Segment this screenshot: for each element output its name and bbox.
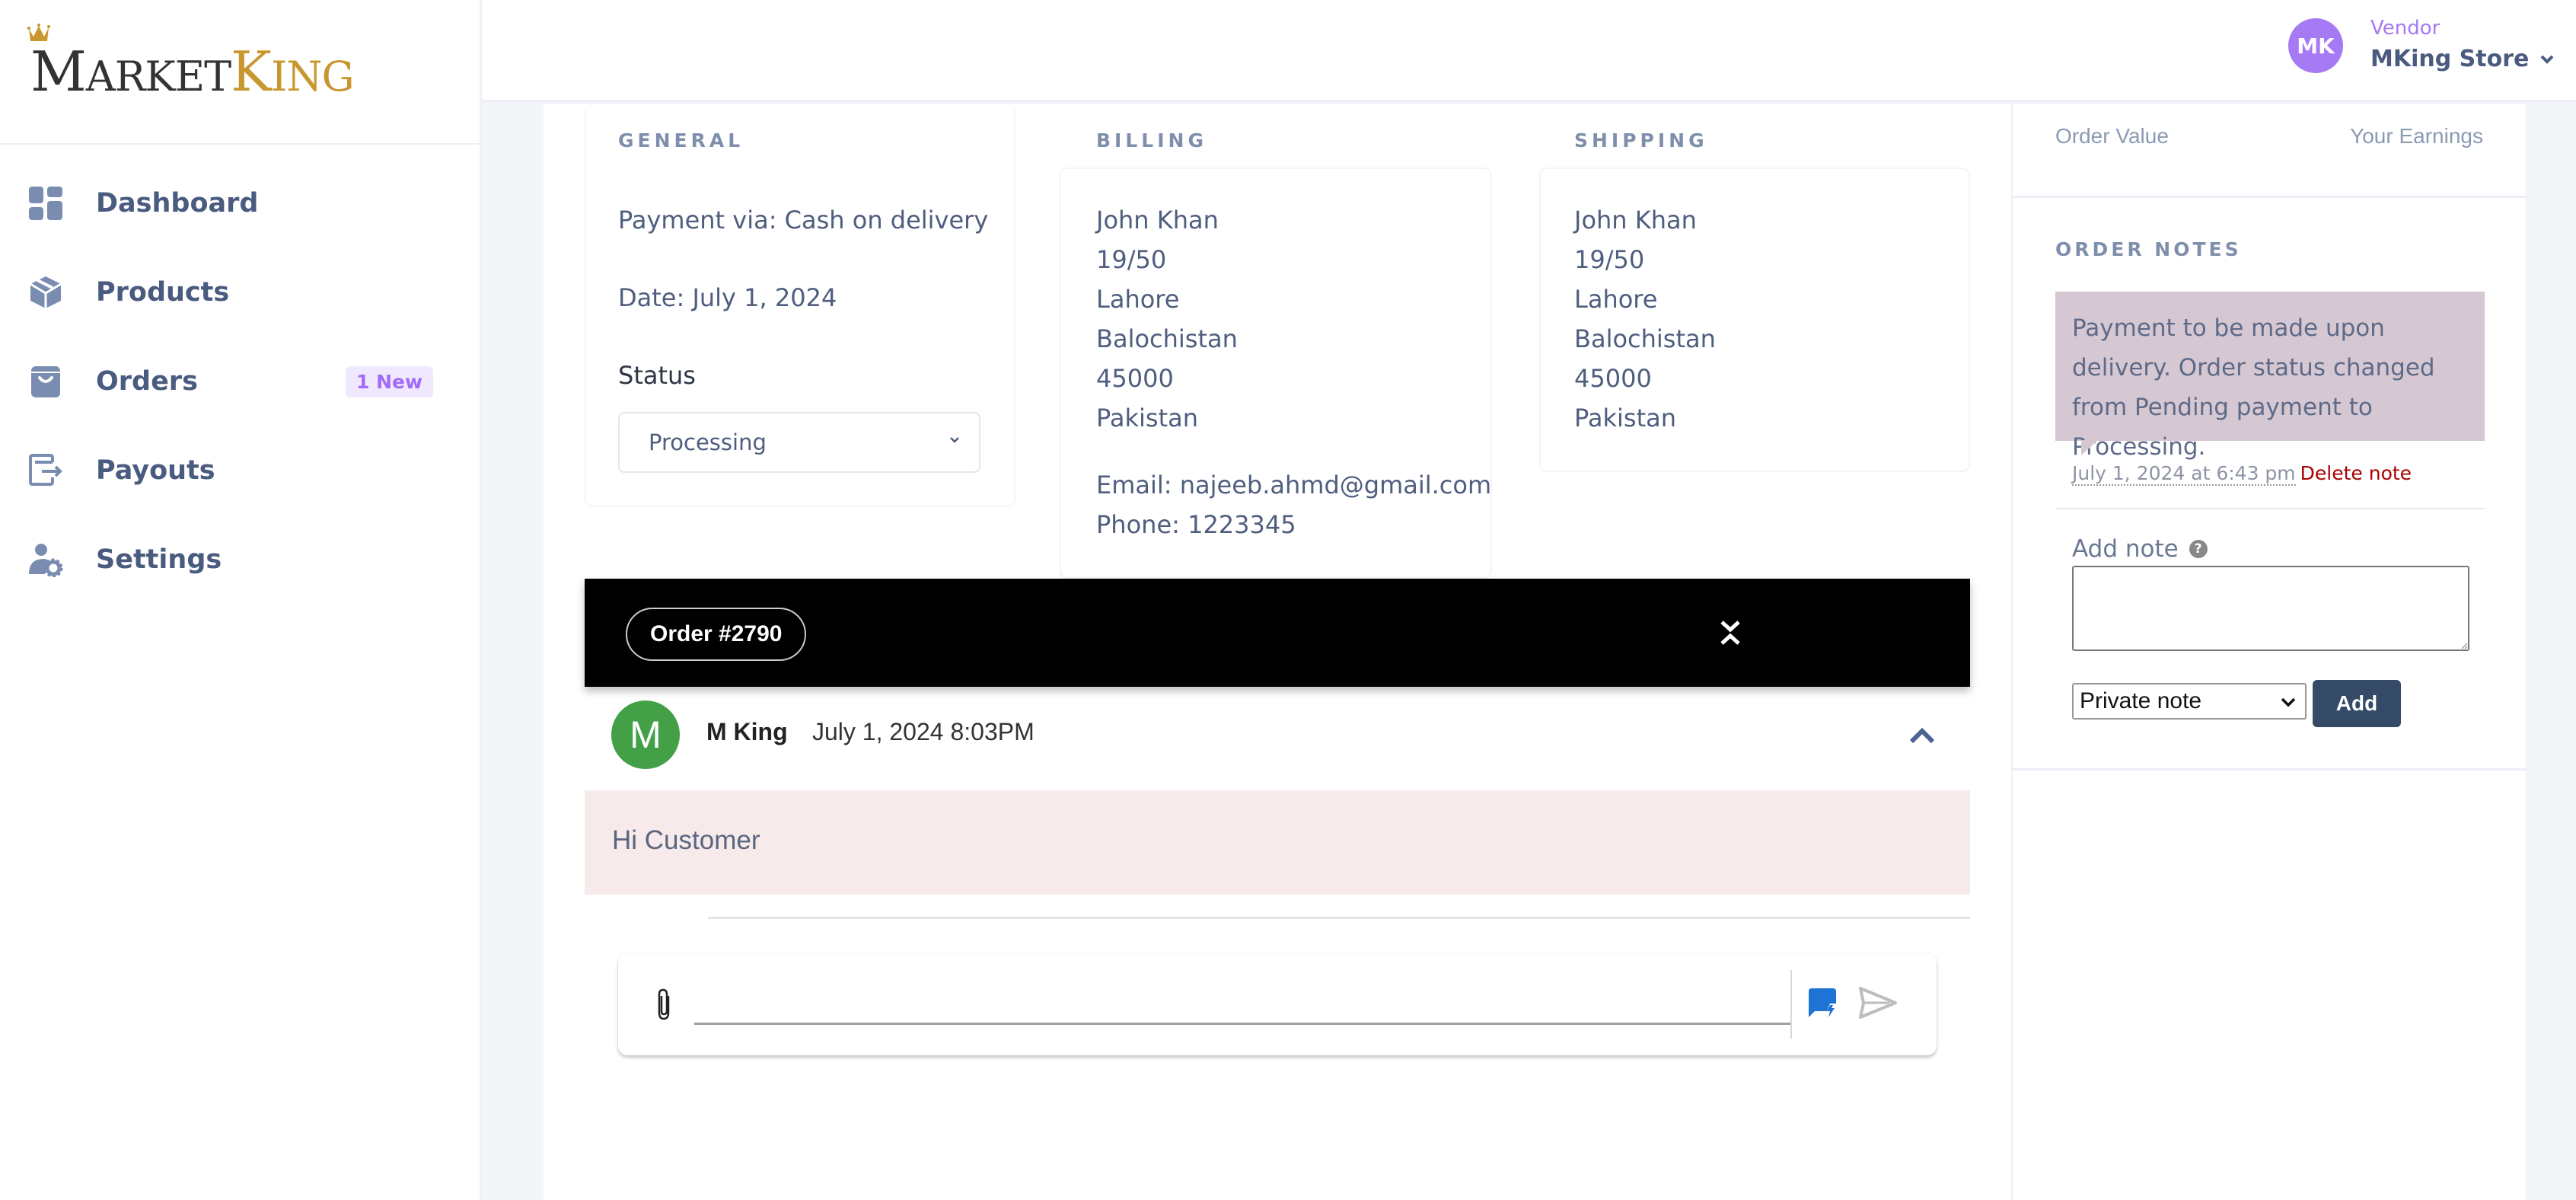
- dashboard-grid-icon: [27, 185, 64, 222]
- sidebar-item-label: Dashboard: [96, 188, 259, 219]
- delete-note-link[interactable]: Delete note: [2300, 462, 2412, 484]
- sidebar-item-label: Orders: [96, 366, 198, 397]
- panel-divider: [2013, 196, 2527, 198]
- order-chat-header: Order #2790: [585, 579, 1970, 687]
- status-label: Status: [618, 361, 696, 390]
- sidebar-item-label: Payouts: [96, 455, 215, 486]
- billing-line: John Khan: [1096, 206, 1219, 235]
- shipping-line: Pakistan: [1574, 404, 1676, 432]
- add-note-textarea[interactable]: [2072, 566, 2469, 651]
- add-note-button[interactable]: Add: [2313, 680, 2401, 727]
- collapse-icon[interactable]: [1711, 613, 1749, 653]
- general-title: GENERAL: [618, 129, 744, 152]
- chevron-down-icon: [950, 437, 959, 443]
- add-note-label: Add note ?: [2072, 535, 2208, 563]
- user-settings-icon: [27, 541, 64, 578]
- store-menu-dropdown[interactable]: MKing Store: [2370, 46, 2555, 72]
- new-orders-badge: 1 New: [346, 365, 434, 397]
- send-icon[interactable]: [1859, 987, 1897, 1019]
- earnings-label: Your Earnings: [2350, 124, 2483, 148]
- brand-logo[interactable]: MARKETKING: [30, 40, 355, 104]
- message-bubble: Hi Customer: [585, 790, 1970, 895]
- store-name: MKing Store: [2370, 46, 2530, 72]
- sidebar-item-payouts[interactable]: Payouts: [27, 440, 454, 501]
- message-author: M King: [706, 718, 788, 745]
- shipping-line: 45000: [1574, 364, 1652, 393]
- notes-divider: [2055, 508, 2485, 509]
- sidebar-item-label: Products: [96, 277, 230, 308]
- help-icon[interactable]: ?: [2189, 540, 2208, 558]
- order-sidebar-panel: Order Value Your Earnings ORDER NOTES Pa…: [2011, 104, 2527, 1200]
- shipping-line: John Khan: [1574, 206, 1697, 235]
- sidebar-item-dashboard[interactable]: Dashboard: [27, 173, 454, 234]
- order-value-label: Order Value: [2055, 124, 2169, 148]
- billing-line: Pakistan: [1096, 404, 1198, 432]
- sidebar-item-orders[interactable]: Orders 1 New: [27, 351, 454, 412]
- billing-line: 45000: [1096, 364, 1174, 393]
- logo-area: MARKETKING: [0, 0, 480, 145]
- billing-line: 19/50: [1096, 245, 1167, 274]
- sidebar-item-settings[interactable]: Settings: [27, 529, 454, 590]
- payment-method: Payment via: Cash on delivery: [618, 206, 989, 235]
- user-role: Vendor: [2370, 17, 2441, 40]
- chevron-down-icon: [2281, 697, 2296, 707]
- message-text: Hi Customer: [612, 825, 760, 855]
- message-timestamp: July 1, 2024 8:03PM: [812, 718, 1035, 745]
- sidebar-item-label: Settings: [96, 544, 222, 575]
- note-tail: [2081, 440, 2098, 455]
- billing-line: Balochistan: [1096, 324, 1238, 353]
- shipping-line: Balochistan: [1574, 324, 1716, 353]
- box-icon: [27, 274, 64, 311]
- billing-line: Lahore: [1096, 285, 1180, 314]
- shopping-bag-icon: [27, 363, 64, 400]
- order-date: Date: July 1, 2024: [618, 283, 837, 312]
- shipping-line: 19/50: [1574, 245, 1645, 274]
- sidebar: MARKETKING Dashboard Products Orders 1 N…: [0, 0, 481, 1200]
- status-value: Processing: [649, 429, 767, 455]
- note-type-value: Private note: [2080, 688, 2202, 713]
- note-type-select[interactable]: Private note: [2072, 683, 2307, 720]
- order-note: Payment to be made upon delivery. Order …: [2055, 292, 2485, 461]
- order-notes-title: ORDER NOTES: [2055, 238, 2242, 260]
- chevron-up-icon[interactable]: [1907, 723, 1937, 746]
- billing-phone: Phone: 1223345: [1096, 510, 1296, 539]
- chevron-down-icon: [2540, 55, 2554, 64]
- status-select[interactable]: Processing: [618, 412, 980, 473]
- user-avatar[interactable]: MK: [2288, 18, 2343, 73]
- message-avatar: M: [611, 701, 680, 769]
- sidebar-item-products[interactable]: Products: [27, 262, 454, 323]
- composer-divider: [1790, 970, 1792, 1039]
- order-number-pill[interactable]: Order #2790: [626, 608, 807, 661]
- panel-divider: [2013, 768, 2527, 771]
- message-input[interactable]: [694, 976, 1790, 1025]
- paperclip-icon[interactable]: [655, 987, 674, 1022]
- note-date: July 1, 2024 at 6:43 pm: [2072, 462, 2296, 486]
- shipping-title: SHIPPING: [1574, 129, 1708, 152]
- shipping-line: Lahore: [1574, 285, 1658, 314]
- message-divider: [708, 917, 1970, 919]
- payout-export-icon: [27, 452, 64, 489]
- note-meta: July 1, 2024 at 6:43 pm Delete note: [2072, 462, 2412, 486]
- top-header: [483, 0, 2576, 102]
- quick-reply-icon[interactable]: [1807, 987, 1838, 1019]
- billing-title: BILLING: [1096, 129, 1207, 152]
- message-composer: [618, 953, 1937, 1055]
- billing-email: Email: najeeb.ahmd@gmail.com: [1096, 471, 1492, 499]
